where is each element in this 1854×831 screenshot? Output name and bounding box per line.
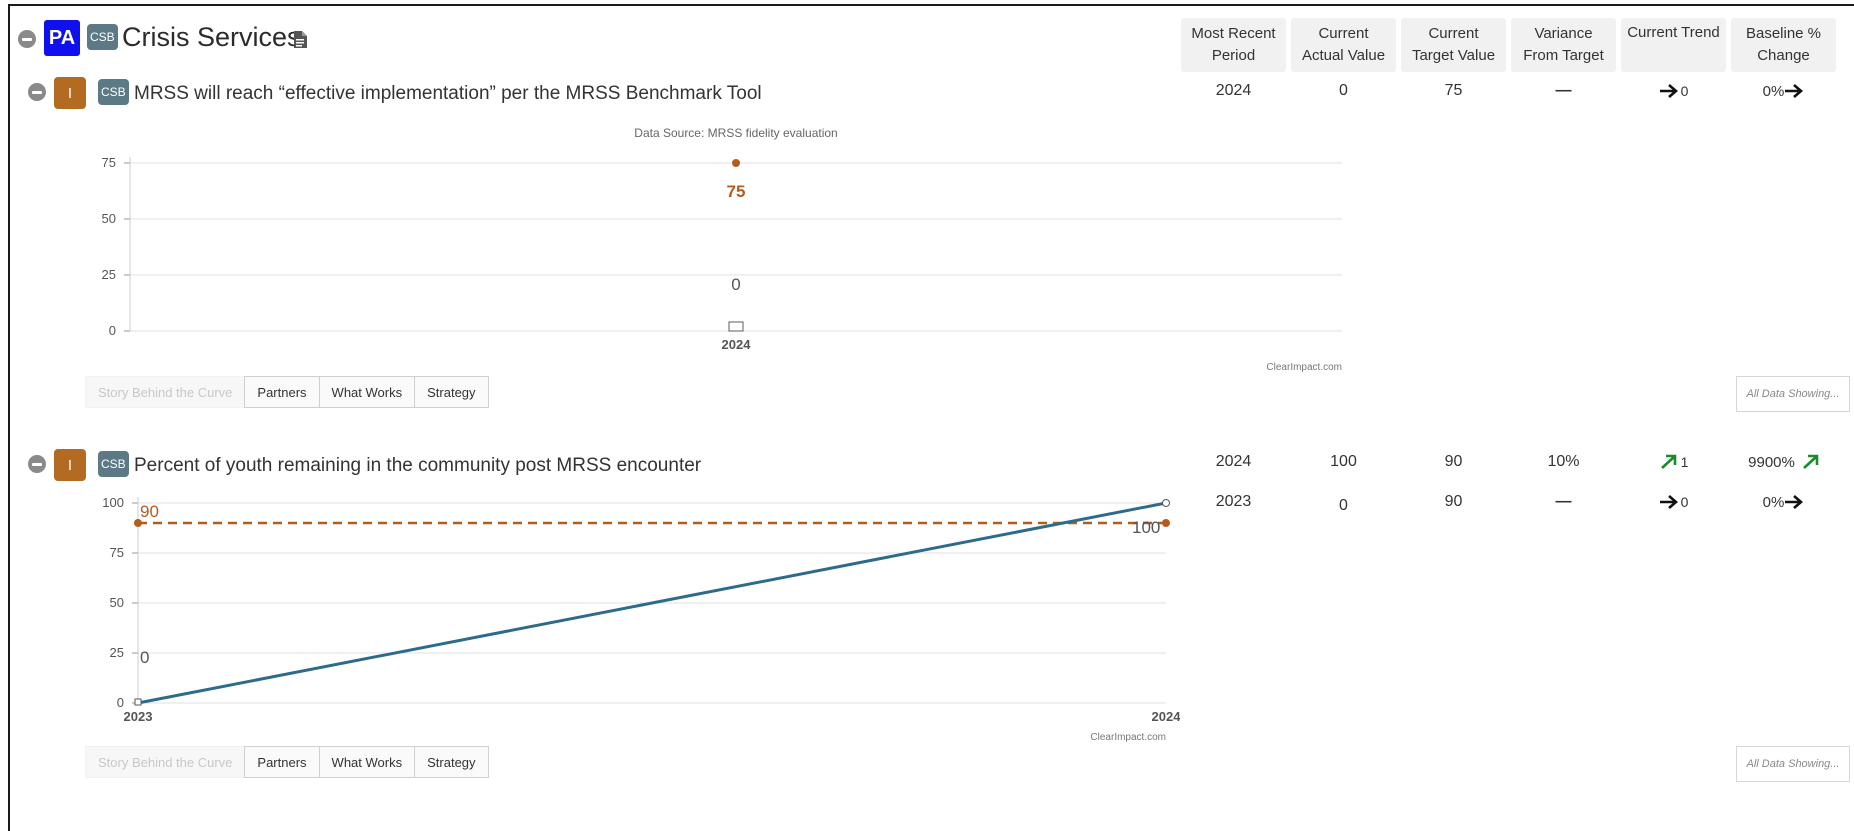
variance-value: — (1555, 493, 1572, 510)
collapse-program-icon[interactable] (18, 30, 36, 48)
target-point (732, 159, 740, 167)
chart-credit: ClearImpact.com (1090, 732, 1166, 743)
target-value: 90 (1444, 453, 1463, 470)
y-tick-label: 50 (110, 595, 124, 610)
arrow-up-right-icon (1660, 454, 1676, 469)
y-tick-label: 0 (109, 323, 116, 338)
indicator-badge: I (54, 77, 86, 109)
arrow-up-right-icon (1802, 454, 1819, 469)
arrow-right-icon (1785, 495, 1804, 509)
arrow-right-icon (1659, 84, 1678, 98)
tab-what-works[interactable]: What Works (318, 746, 416, 778)
program-badge: PA (44, 20, 80, 56)
tab-story-behind-the-curve[interactable]: Story Behind the Curve (85, 746, 246, 778)
tab-what-works[interactable]: What Works (318, 376, 416, 408)
trend-value: 1 (1680, 454, 1689, 470)
trend-cell: 1 (1621, 451, 1726, 473)
y-tick-label: 25 (110, 645, 124, 660)
target-data-label: 75 (727, 182, 746, 201)
tab-strategy[interactable]: Strategy (414, 376, 489, 408)
tab-story-behind-the-curve[interactable]: Story Behind the Curve (85, 376, 246, 408)
indicator-badge: I (54, 449, 86, 481)
baseline-cell: 9900% (1731, 451, 1836, 473)
measure-title[interactable]: Percent of youth remaining in the commun… (134, 455, 701, 477)
arrow-right-icon (1785, 84, 1804, 98)
document-icon[interactable] (293, 31, 307, 48)
actual-value: 0 (1339, 82, 1348, 99)
all-data-showing-button[interactable]: All Data Showing... (1736, 746, 1850, 782)
tab-partners[interactable]: Partners (244, 376, 320, 408)
actual-point (1162, 499, 1170, 507)
program-title[interactable]: Crisis Services (122, 22, 301, 53)
measure-title[interactable]: MRSS will reach “effective implementatio… (134, 83, 762, 105)
col-header-baseline-change: Baseline % Change (1731, 18, 1836, 72)
chart-effective-implementation: Data Source: MRSS fidelity evaluation 0 25… (102, 126, 1342, 373)
period-value: 2023 (1215, 493, 1252, 510)
measure-tag-badge: CSB (98, 79, 129, 105)
col-header-most-recent-period: Most Recent Period (1181, 18, 1286, 72)
tab-partners[interactable]: Partners (244, 746, 320, 778)
tab-strategy[interactable]: Strategy (414, 746, 489, 778)
measure-tabs: Story Behind the Curve Partners What Wor… (85, 746, 489, 778)
chart-title: Data Source: MRSS fidelity evaluation (634, 126, 837, 140)
period-value: 2024 (1215, 453, 1252, 470)
measure-tabs: Story Behind the Curve Partners What Wor… (85, 376, 489, 408)
baseline-value: 0% (1762, 82, 1785, 100)
actual-value: 100 (1330, 453, 1357, 470)
x-tick-label: 2024 (722, 337, 752, 352)
baseline-value: 9900% (1748, 453, 1795, 471)
baseline-cell: 0% (1731, 80, 1836, 102)
chart-youth-remaining: 0 25 50 75 100 2023 2024 ClearImpact.com 90 0 100 (102, 495, 1180, 743)
variance-value: — (1555, 82, 1572, 99)
y-tick-label: 100 (102, 495, 124, 510)
col-header-current-trend: Current Trend (1621, 18, 1726, 72)
measure-tag-badge: CSB (98, 451, 129, 477)
y-tick-label: 0 (117, 695, 124, 710)
trend-value: 0 (1680, 83, 1689, 99)
target-value: 90 (1444, 493, 1463, 510)
trend-value: 0 (1680, 494, 1689, 510)
program-tag-badge: CSB (87, 24, 118, 50)
target-value: 75 (1444, 82, 1463, 99)
actual-data-label: 100 (1132, 518, 1160, 537)
variance-value: 10% (1547, 453, 1580, 470)
baseline-value: 0% (1762, 493, 1785, 511)
y-tick-label: 75 (110, 545, 124, 560)
actual-data-label: 0 (140, 648, 149, 667)
comment-icon-body (728, 321, 744, 332)
actual-value: 0 (1339, 497, 1348, 514)
comment-icon[interactable] (728, 321, 744, 332)
baseline-cell: 0% (1731, 491, 1836, 513)
collapse-measure-icon[interactable] (28, 455, 46, 473)
all-data-showing-button[interactable]: All Data Showing... (1736, 376, 1850, 412)
x-tick-label: 2024 (1152, 709, 1180, 724)
trend-cell: 0 (1621, 80, 1726, 102)
arrow-right-icon (1659, 495, 1678, 509)
target-data-label: 90 (140, 502, 159, 521)
col-header-current-actual: Current Actual Value (1291, 18, 1396, 72)
actual-data-label: 0 (731, 275, 740, 294)
actual-point (134, 698, 142, 706)
y-tick-label: 50 (102, 211, 116, 226)
col-header-current-target: Current Target Value (1401, 18, 1506, 72)
collapse-measure-icon[interactable] (28, 83, 46, 101)
target-point (1162, 519, 1170, 527)
y-tick-label: 75 (102, 155, 116, 170)
col-header-variance: Variance From Target (1511, 18, 1616, 72)
y-tick-label: 25 (102, 267, 116, 282)
chart-credit: ClearImpact.com (1266, 362, 1342, 373)
trend-cell: 0 (1621, 491, 1726, 513)
period-value: 2024 (1215, 82, 1252, 99)
x-tick-label: 2023 (124, 709, 153, 724)
